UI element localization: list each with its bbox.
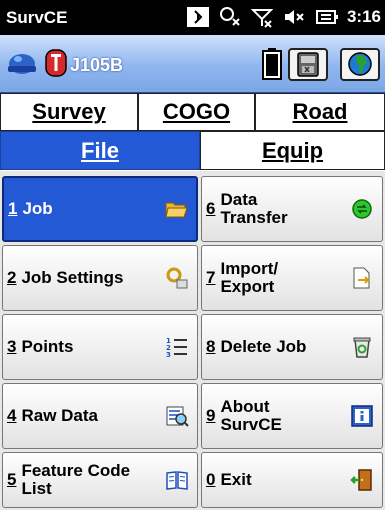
import-export-label: Import/ Export (220, 259, 279, 296)
job-num: 1 (8, 199, 18, 218)
raw-data-button[interactable]: 4 Raw Data (2, 383, 198, 449)
delete-job-label: Delete Job (220, 337, 307, 356)
import-export-icon (353, 267, 371, 289)
file-menu-grid: 1 Job 2 Job Settings 3 Points 1 2 3 4 Ra… (0, 171, 385, 510)
globe-button[interactable] (340, 48, 380, 81)
points-num: 3 (7, 337, 17, 356)
points-label: Points (21, 337, 74, 356)
transfer-icon (352, 199, 372, 219)
folder-open-icon (165, 202, 188, 218)
delete-job-num: 8 (206, 337, 216, 356)
tab-equip-label: Equip (261, 137, 324, 163)
battery-charging-icon[interactable] (315, 7, 338, 27)
tab-cogo[interactable]: COGO (138, 93, 255, 131)
app-title: SurvCE (6, 8, 68, 27)
import-export-button[interactable]: 7 Import/ Export (201, 245, 383, 311)
network-icon[interactable] (219, 7, 241, 27)
info-icon (351, 405, 373, 427)
exit-button[interactable]: 0 Exit (201, 452, 383, 508)
import-export-num: 7 (206, 268, 216, 287)
feature-code-list-num: 5 (7, 470, 17, 489)
about-survce-label: About SurvCE (220, 397, 282, 434)
book-icon (166, 471, 188, 490)
job-settings-label: Job Settings (21, 268, 124, 287)
battery-icon[interactable] (262, 48, 282, 80)
feature-code-list-button[interactable]: 5 Feature Code List (2, 452, 198, 508)
tab-survey-label: Survey (32, 99, 106, 124)
data-transfer-label: Data Transfer (220, 190, 288, 227)
exit-label: Exit (220, 470, 252, 489)
helmet-icon[interactable] (8, 50, 36, 74)
calculator-icon (297, 52, 319, 77)
data-collector-button[interactable] (288, 48, 328, 81)
tab-road[interactable]: Road (255, 93, 385, 131)
gps-receiver-icon[interactable] (44, 48, 68, 78)
status-icons: 3:16 (186, 7, 381, 28)
job-settings-num: 2 (7, 268, 17, 287)
job-label: Job (22, 199, 53, 218)
points-button[interactable]: 3 Points 1 2 3 (2, 314, 198, 380)
tab-strip: Survey COGO Road File Equip (0, 93, 385, 171)
exit-door-icon (350, 469, 372, 491)
svg-text:3: 3 (166, 351, 171, 359)
tab-equip[interactable]: Equip (200, 131, 385, 170)
delete-job-button[interactable]: 8 Delete Job (201, 314, 383, 380)
signal-off-icon[interactable] (250, 7, 274, 28)
volume-icon[interactable] (283, 7, 305, 27)
tab-file-label: File (81, 137, 119, 163)
tab-survey[interactable]: Survey (0, 93, 138, 131)
toolbar: J105B (0, 35, 385, 94)
recycle-bin-icon (353, 337, 371, 358)
clock: 3:16 (346, 7, 381, 26)
raw-data-icon (166, 406, 189, 427)
exit-num: 0 (206, 470, 216, 489)
numbered-list-icon: 1 2 3 (166, 337, 187, 359)
raw-data-label: Raw Data (21, 406, 98, 425)
feature-code-list-label: Feature Code List (21, 461, 131, 498)
data-transfer-button[interactable]: 6 Data Transfer (201, 176, 383, 242)
tab-file[interactable]: File (0, 131, 200, 170)
status-bar: SurvCE 3:16 (0, 0, 385, 35)
job-button[interactable]: 1 Job (2, 176, 198, 242)
tab-road-label: Road (292, 99, 348, 124)
about-survce-num: 9 (206, 406, 216, 425)
data-transfer-num: 6 (206, 199, 216, 218)
raw-data-num: 4 (7, 406, 17, 425)
settings-icon (166, 267, 188, 289)
job-name: J105B (70, 55, 124, 75)
job-settings-button[interactable]: 2 Job Settings (2, 245, 198, 311)
tab-cogo-label: COGO (162, 99, 231, 124)
bluetooth-icon[interactable] (186, 7, 209, 27)
globe-icon (348, 52, 372, 76)
about-survce-button[interactable]: 9 About SurvCE (201, 383, 383, 449)
